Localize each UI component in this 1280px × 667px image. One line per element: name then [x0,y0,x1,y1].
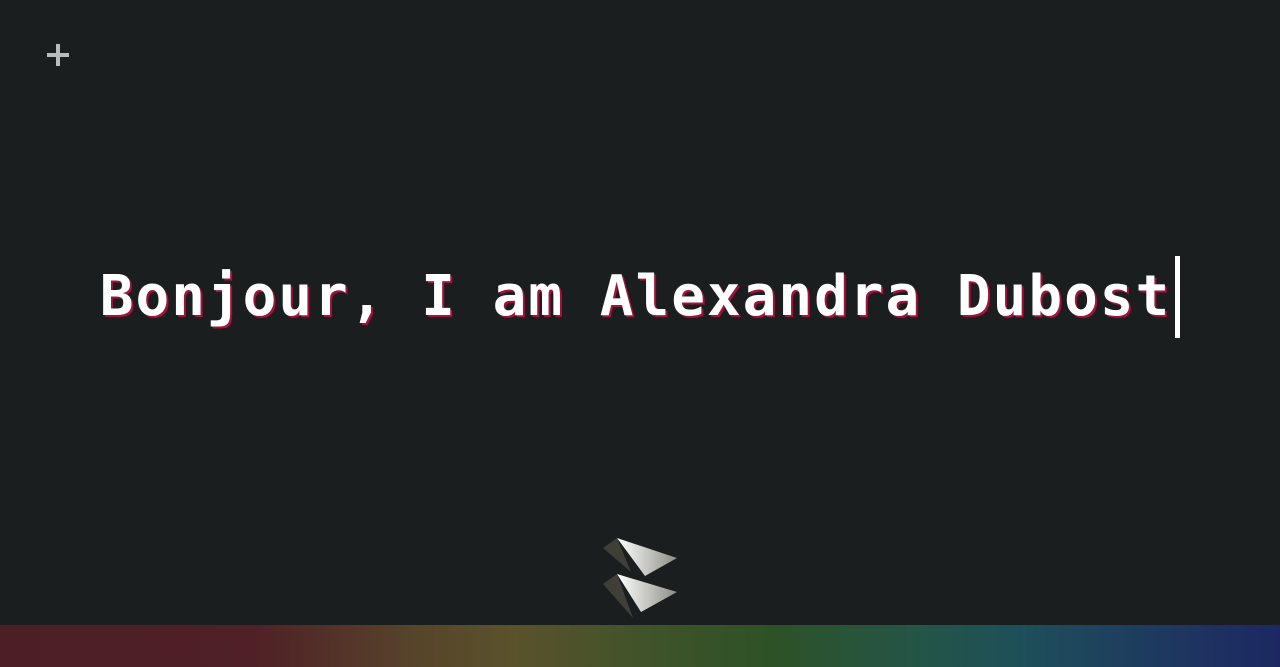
hero-headline: Bonjour, I am Alexandra Dubost [99,264,1172,329]
typing-cursor [1175,256,1181,338]
rainbow-bar [0,625,1280,667]
plus-icon[interactable] [41,38,75,72]
double-chevron-down-icon[interactable] [601,536,681,622]
page: Bonjour, I am Alexandra Dubost [0,0,1280,667]
hero: Bonjour, I am Alexandra Dubost [0,256,1280,338]
